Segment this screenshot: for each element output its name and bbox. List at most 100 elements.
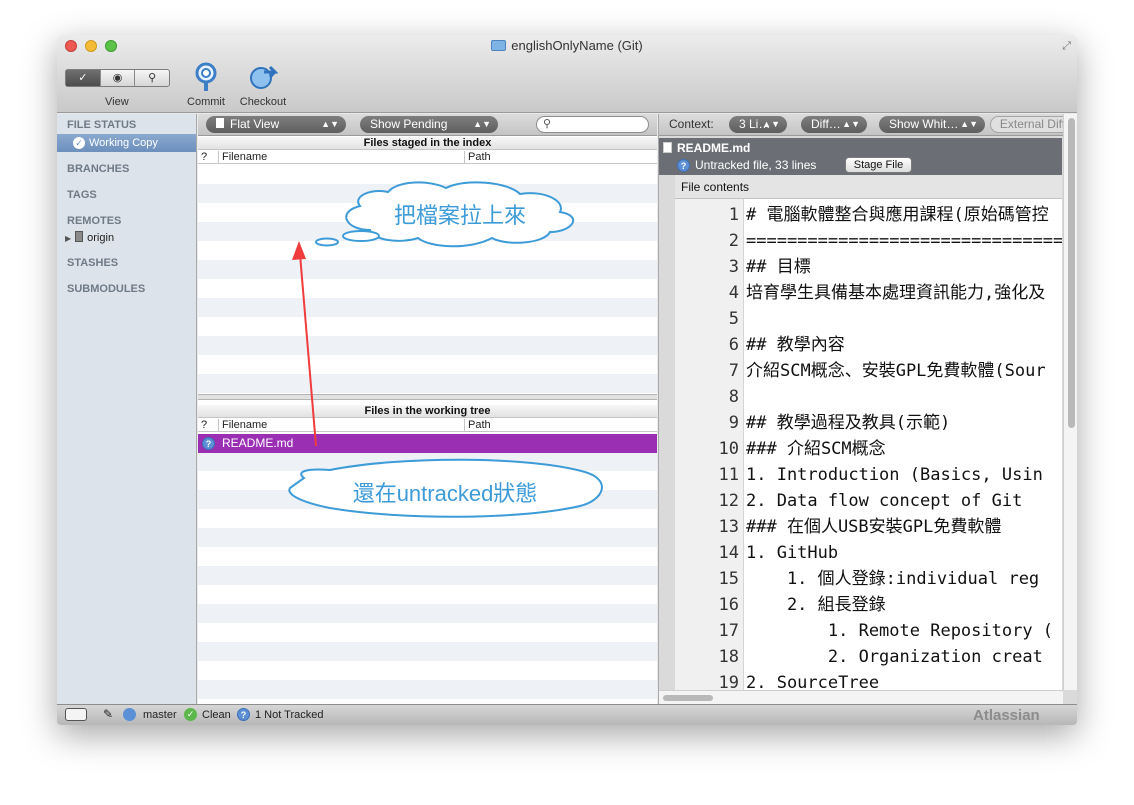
vertical-scrollbar[interactable] [1063,114,1077,690]
filename-column-header[interactable]: Filename [218,151,464,163]
code-line: 1. Remote Repository ( [746,621,1054,641]
whitespace-dropdown[interactable]: Show Whit… ▲▼ [879,116,985,133]
line-number: 13 [718,517,739,537]
clean-status: Clean [202,709,231,721]
file-contents-view[interactable]: 1 # 電腦軟體整合與應用課程(原始碼管控 2 ===================… [675,199,1062,690]
document-icon [216,118,224,128]
line-number: 8 [728,387,739,407]
line-number: 16 [718,595,739,615]
filename-column-header[interactable]: Filename [218,419,464,431]
diff-file-name: README.md [677,141,751,155]
edit-icon[interactable]: ✎ [103,707,113,721]
not-tracked-count: 1 Not Tracked [255,709,324,721]
line-number: 7 [728,361,739,381]
commit-button[interactable]: Commit [181,62,231,108]
view-mode-dropdown[interactable]: Flat View ▲▼ [206,116,346,133]
title-bar: englishOnlyName (Git) ⤢ ✓ ◉ ⚲ View Commi… [57,35,1077,113]
sidebar-tags-heading[interactable]: TAGS [57,189,196,201]
line-number: 11 [718,465,739,485]
drag-to-stage-hint: 把檔案拉上來 [393,203,526,228]
line-number: 10 [718,439,739,459]
line-number: 5 [728,309,739,329]
scrollbar-thumb[interactable] [663,695,713,701]
view-file-status-segment[interactable]: ✓ [66,70,101,86]
checkout-icon [248,62,279,92]
disclosure-triangle-icon[interactable]: ▶ [65,234,71,243]
window-title: englishOnlyName (Git) [57,38,1077,53]
fullscreen-icon[interactable]: ⤢ [1062,40,1071,53]
sidebar: FILE STATUS ✓ Working Copy BRANCHES TAGS … [57,114,197,704]
diff-options-bar: Context: 3 Li… ▲▼ Diff… ▲▼ Show Whit… ▲▼ Ex… [659,114,1077,136]
stage-file-button[interactable]: Stage File [845,157,912,173]
popup-arrows-icon: ▲▼ [321,119,339,129]
popup-arrows-icon: ▲▼ [762,119,780,129]
line-number: 9 [728,413,739,433]
path-column-header[interactable]: Path [464,419,657,431]
file-row[interactable]: ? README.md [198,434,657,453]
line-number: 3 [728,257,739,277]
untracked-icon: ? [677,159,690,172]
toolbar: ✓ ◉ ⚲ View Commit Checkout [57,59,1077,113]
branch-name: master [143,709,177,721]
atlassian-logo: Atlassian [973,707,1040,724]
sidebar-branches-heading[interactable]: BRANCHES [57,163,196,175]
sidebar-remotes-heading[interactable]: REMOTES [57,215,196,227]
status-bar: ✎ master ✓ Clean ? 1 Not Tracked Atlassi… [57,704,1077,725]
code-line: 1. 個人登錄:individual reg [746,569,1040,589]
view-log-segment[interactable]: ◉ [101,70,136,86]
line-number: 18 [718,647,739,667]
untracked-hint: 還在untracked狀態 [352,481,538,506]
search-icon: ⚲ [543,118,552,130]
pane-splitter[interactable] [198,394,657,400]
document-icon [663,142,672,153]
sidebar-item-working-copy[interactable]: ✓ Working Copy [57,134,196,152]
show-pending-dropdown[interactable]: Show Pending ▲▼ [360,116,498,133]
checkout-button[interactable]: Checkout [235,62,291,108]
horizontal-scrollbar[interactable] [659,690,1063,704]
search-input[interactable]: ⚲ [536,116,649,133]
server-icon [75,231,84,242]
code-line: # 電腦軟體整合與應用課程(原始碼管控 [746,205,1049,225]
folder-icon [491,40,507,51]
scrollbar-thumb[interactable] [1068,118,1075,428]
diff-pane: Context: 3 Li… ▲▼ Diff… ▲▼ Show Whit… ▲▼ Ex… [658,114,1077,704]
code-line: 1. Introduction (Basics, Usin [746,465,1043,485]
view-search-segment[interactable]: ⚲ [135,70,169,86]
untracked-icon: ? [202,437,215,450]
sidebar-item-origin[interactable]: ▶ origin [57,229,196,247]
not-tracked-icon: ? [237,708,250,721]
line-number: 17 [718,621,739,641]
view-label: View [105,96,129,108]
sourcetree-window: englishOnlyName (Git) ⤢ ✓ ◉ ⚲ View Commi… [57,35,1077,725]
popup-arrows-icon: ▲▼ [842,119,860,129]
status-column-header[interactable]: ? [198,151,207,163]
file-row-name: README.md [222,436,294,450]
code-line: 2. SourceTree [746,673,880,690]
sidebar-submodules-heading[interactable]: SUBMODULES [57,283,196,295]
code-line: 1. GitHub [746,543,839,563]
line-number: 12 [718,491,739,511]
line-number: 6 [728,335,739,355]
toggle-sidebar-icon[interactable] [65,708,87,721]
view-mode-segmented-control[interactable]: ✓ ◉ ⚲ [65,69,170,87]
working-files-list[interactable] [198,433,657,704]
path-column-header[interactable]: Path [464,151,657,163]
working-column-header: ? Filename Path [198,419,657,432]
hunk-header: File contents [675,175,1062,199]
diff-file-header: README.md ? Untracked file, 33 lines Sta… [659,138,1062,175]
line-number: 15 [718,569,739,589]
sidebar-stashes-heading[interactable]: STASHES [57,257,196,269]
code-line: ## 目標 [746,257,811,277]
popup-arrows-icon: ▲▼ [473,119,491,129]
code-line: 培育學生具備基本處理資訊能力,強化及 [746,283,1046,303]
status-column-header[interactable]: ? [198,419,207,431]
sidebar-file-status-heading: FILE STATUS [67,119,137,131]
context-label: Context: [669,117,714,131]
code-line: 2. 組長登錄 [746,595,886,615]
code-line: ====================================== [746,231,1062,251]
context-lines-dropdown[interactable]: 3 Li… ▲▼ [729,116,787,133]
line-number: 1 [728,205,739,225]
line-number: 19 [718,673,739,690]
code-line: ### 在個人USB安裝GPL免費軟體 [746,517,1002,537]
diff-mode-dropdown[interactable]: Diff… ▲▼ [801,116,867,133]
